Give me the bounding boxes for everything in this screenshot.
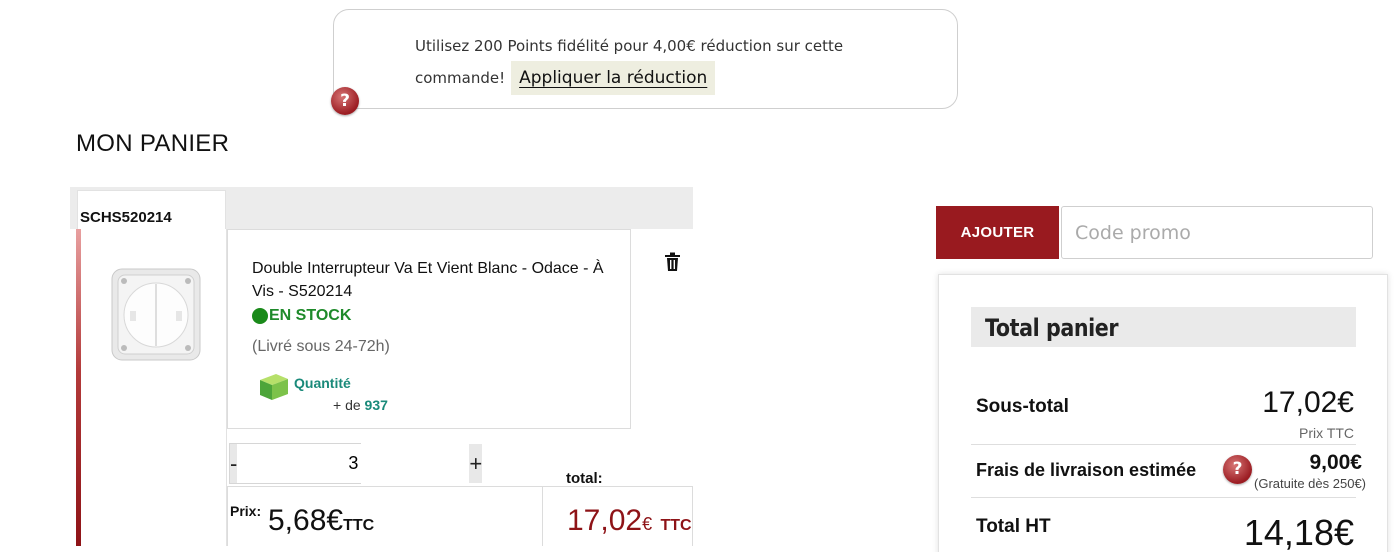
question-icon[interactable]: ? xyxy=(331,87,359,115)
page-title: MON PANIER xyxy=(76,130,230,157)
box-icon xyxy=(260,374,288,400)
unit-price-value: 5,68€ xyxy=(268,504,344,537)
line-total-ttc: TTC xyxy=(660,517,692,534)
line-total: 17,02€ TTC xyxy=(567,504,692,538)
question-icon[interactable]: ? xyxy=(1223,455,1252,484)
reference-cell: SCHS520214 xyxy=(77,190,226,229)
quantity-available: 937 xyxy=(364,397,388,413)
subtotal-label: Sous-total xyxy=(976,396,1069,417)
stock-status: EN STOCK xyxy=(252,307,351,325)
subtotal-note: Prix TTC xyxy=(1299,425,1354,441)
line-total-label: total: xyxy=(566,470,603,487)
unit-price-ttc: TTC xyxy=(343,517,375,534)
unit-price: 5,68€TTC xyxy=(268,504,374,538)
quantity-availability: + de 937 xyxy=(333,397,388,413)
loyalty-message-wrap: Utilisez 200 Points fidélité pour 4,00€ … xyxy=(415,32,885,95)
product-image[interactable] xyxy=(110,267,202,362)
apply-discount-button[interactable]: Appliquer la réduction xyxy=(511,61,716,95)
free-shipping-note: (Gratuite dès 250€) xyxy=(1254,476,1367,491)
price-divider xyxy=(542,486,543,546)
increase-quantity-button[interactable]: + xyxy=(469,444,483,483)
summary-title: Total panier xyxy=(985,314,1119,342)
product-name[interactable]: Double Interrupteur Va Et Vient Blanc - … xyxy=(252,257,607,303)
loyalty-banner: Utilisez 200 Points fidélité pour 4,00€ … xyxy=(333,9,958,109)
line-total-currency: € xyxy=(642,514,653,534)
product-info-card: Double Interrupteur Va Et Vient Blanc - … xyxy=(227,229,631,429)
decrease-quantity-button[interactable]: - xyxy=(230,444,238,483)
summary-divider xyxy=(971,444,1356,445)
quantity-label: Quantité xyxy=(294,375,351,391)
promo-code-input[interactable] xyxy=(1061,206,1373,259)
price-label: Prix: xyxy=(230,503,262,519)
stock-label: EN STOCK xyxy=(269,307,352,324)
quantity-prefix: + de xyxy=(333,397,361,413)
trash-icon[interactable] xyxy=(664,252,681,272)
stock-dot-icon xyxy=(252,308,268,324)
shipping-label: Frais de livraison estimée xyxy=(976,460,1197,480)
shipping-value: 9,00€ xyxy=(1309,451,1362,474)
product-reference: SCHS520214 xyxy=(80,209,172,226)
add-promo-button[interactable]: AJOUTER xyxy=(936,206,1059,259)
summary-divider xyxy=(971,497,1356,498)
subtotal-value: 17,02€ xyxy=(1262,386,1354,419)
total-ht-label: Total HT xyxy=(976,516,1051,537)
quantity-input[interactable] xyxy=(237,444,470,483)
quantity-stepper: - + xyxy=(229,443,483,484)
line-total-value: 17,02 xyxy=(567,504,643,537)
delivery-time: (Livré sous 24-72h) xyxy=(252,338,390,355)
total-ht-value: 14,18€ xyxy=(1243,512,1354,552)
